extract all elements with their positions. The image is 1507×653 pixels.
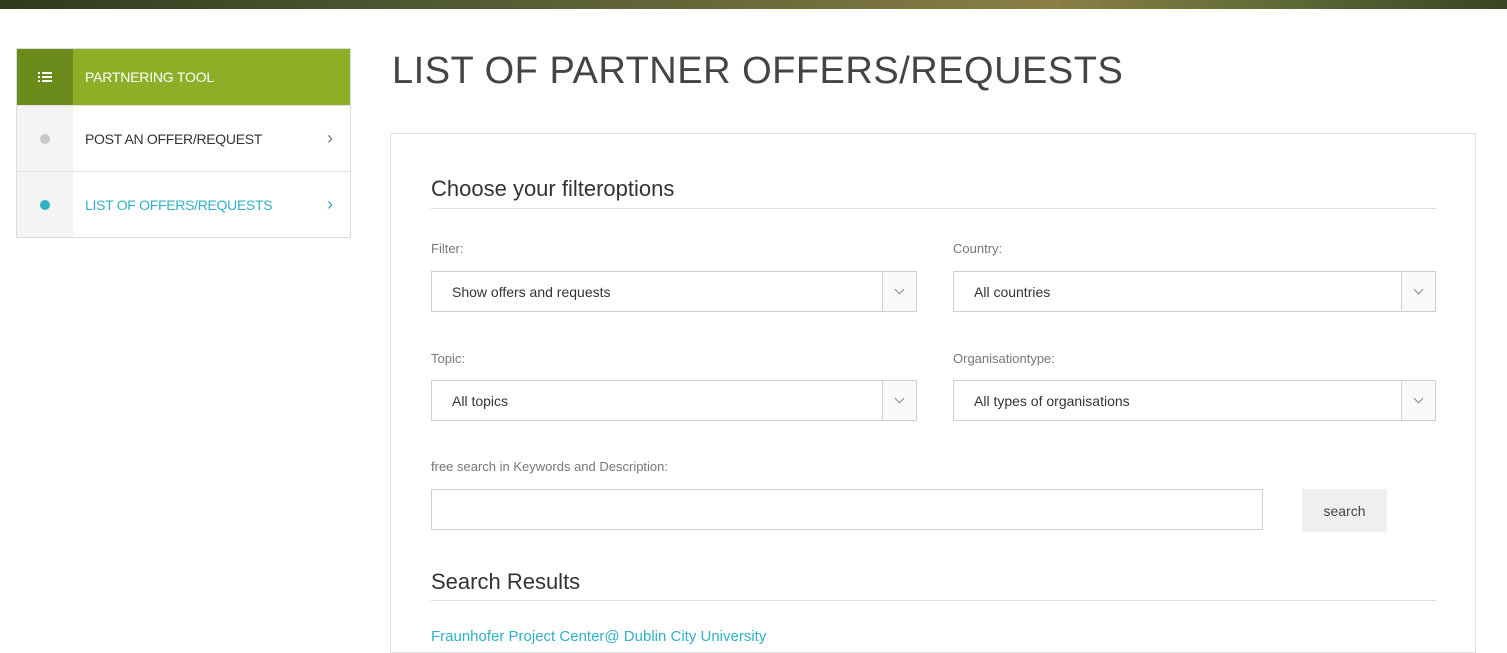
- result-link[interactable]: Fraunhofer Project Center@ Dublin City U…: [431, 628, 766, 645]
- filter-label: Filter:: [431, 241, 464, 256]
- free-search-input[interactable]: [431, 489, 1263, 530]
- filter-heading: Choose your filteroptions: [431, 176, 675, 201]
- results-heading: Search Results: [431, 569, 581, 594]
- sidebar-item-label: POST AN OFFER/REQUEST: [85, 130, 263, 147]
- sidebar-item-post-offer[interactable]: POST AN OFFER/REQUEST ›: [17, 105, 350, 171]
- country-select[interactable]: All countries: [953, 271, 1436, 312]
- organisation-select[interactable]: All types of organisations: [953, 380, 1436, 421]
- list-icon: [17, 49, 73, 105]
- filter-panel: Choose your filteroptions Filter: Countr…: [390, 133, 1476, 653]
- topic-label: Topic:: [431, 351, 465, 366]
- filter-select[interactable]: Show offers and requests: [431, 271, 917, 312]
- free-search-label: free search in Keywords and Description:: [431, 459, 669, 474]
- sidebar-nav: PARTNERING TOOL POST AN OFFER/REQUEST › …: [16, 48, 351, 238]
- divider: [431, 208, 1436, 209]
- sidebar-item-marker: [17, 172, 73, 237]
- organisation-select-value: All types of organisations: [974, 392, 1130, 409]
- topic-select-value: All topics: [452, 392, 509, 409]
- organisation-label: Organisationtype:: [953, 351, 1055, 366]
- bullet-icon: [40, 199, 50, 210]
- chevron-right-icon: ›: [327, 128, 333, 148]
- header-banner-strip: [0, 0, 1507, 9]
- divider: [431, 600, 1436, 601]
- filter-select-value: Show offers and requests: [452, 283, 611, 300]
- search-button[interactable]: search: [1302, 489, 1387, 532]
- page-title: LIST OF PARTNER OFFERS/REQUESTS: [392, 50, 1124, 92]
- bullet-icon: [40, 133, 50, 144]
- chevron-down-icon[interactable]: [1401, 272, 1435, 311]
- sidebar-item-marker: [17, 106, 73, 171]
- sidebar-header-label: PARTNERING TOOL: [85, 69, 214, 85]
- chevron-right-icon: ›: [327, 194, 333, 214]
- sidebar-header[interactable]: PARTNERING TOOL: [17, 49, 350, 105]
- topic-select[interactable]: All topics: [431, 380, 917, 421]
- country-label: Country:: [953, 241, 1003, 256]
- chevron-down-icon[interactable]: [882, 381, 916, 420]
- sidebar-item-label: LIST OF OFFERS/REQUESTS: [85, 196, 273, 213]
- country-select-value: All countries: [974, 283, 1051, 300]
- chevron-down-icon[interactable]: [882, 272, 916, 311]
- chevron-down-icon[interactable]: [1401, 381, 1435, 420]
- sidebar-item-list-offers[interactable]: LIST OF OFFERS/REQUESTS ›: [17, 171, 350, 237]
